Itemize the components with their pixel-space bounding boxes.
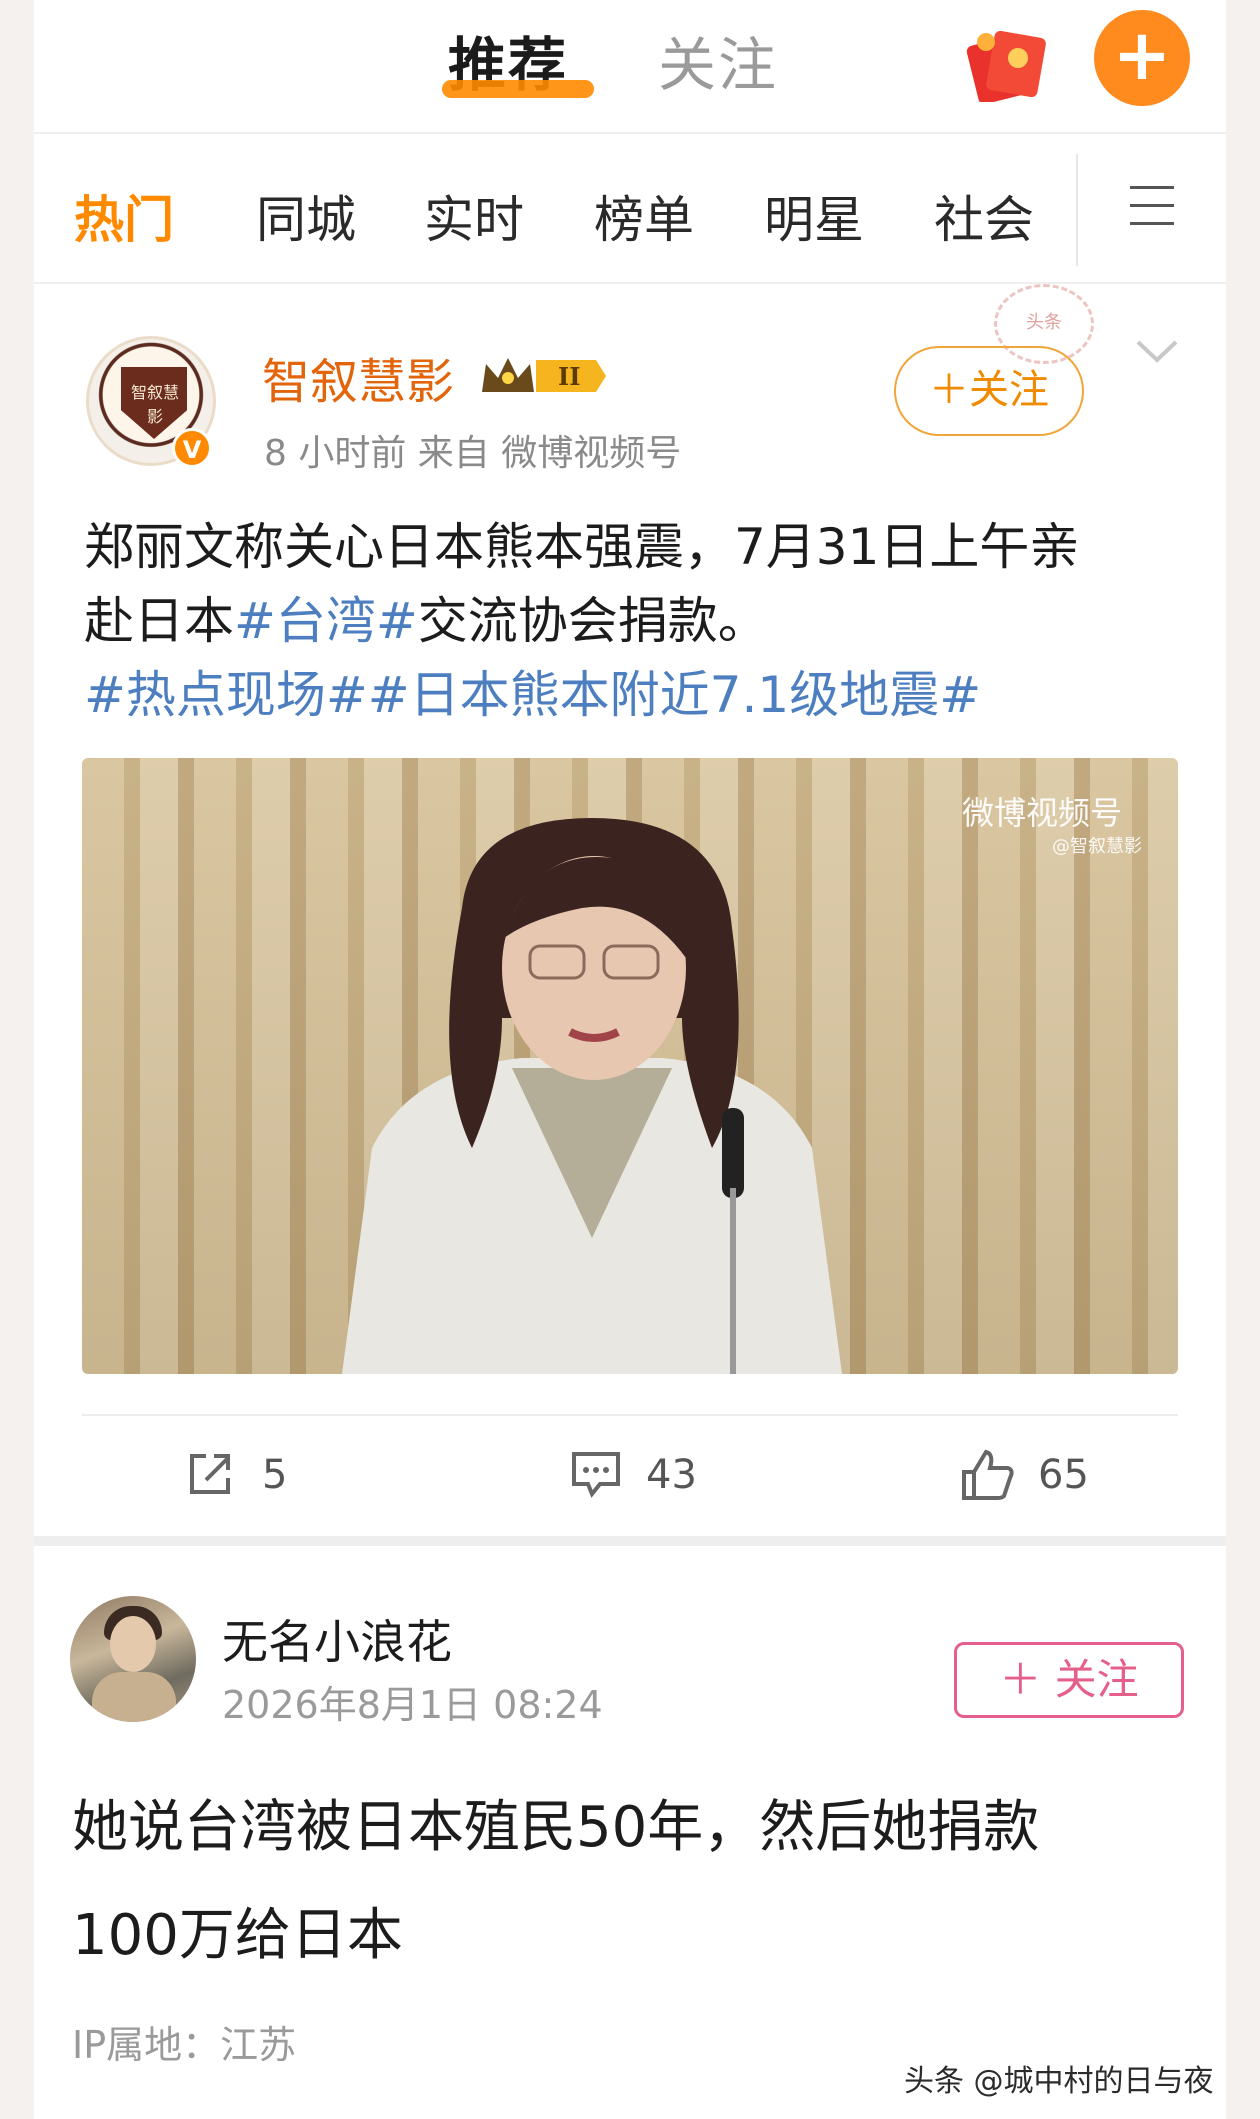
video-player[interactable]: 微博视频号 @智叙慧影 xyxy=(82,758,1178,1374)
top-header: 推荐 关注 + xyxy=(34,0,1226,132)
channel-local[interactable]: 同城 xyxy=(256,180,356,252)
channel-divider xyxy=(1076,154,1078,266)
thumbs-up-icon xyxy=(962,1449,1014,1500)
verified-badge: V xyxy=(172,428,212,468)
avatar-face xyxy=(110,1616,156,1672)
post-text-line1: 郑丽文称关心日本熊本强震，7月31日上午亲 xyxy=(84,518,1080,576)
avatar-logo-text: 智叙慧影 xyxy=(130,383,179,426)
red-packet-icon[interactable] xyxy=(962,22,1052,102)
comment-text: 她说台湾被日本殖民50年，然后她捐款 100万给日本 xyxy=(72,1774,1192,1990)
avatar[interactable] xyxy=(70,1596,196,1722)
channel-celebrity[interactable]: 明星 xyxy=(764,180,864,252)
like-count: 65 xyxy=(1038,1452,1089,1498)
comment-text-line2: 100万给日本 xyxy=(72,1903,403,1968)
svg-text:II: II xyxy=(558,362,580,391)
channel-realtime[interactable]: 实时 xyxy=(424,180,524,252)
post-meta: 8 小时前 来自 微博视频号 xyxy=(264,433,682,474)
video-watermark-handle: @智叙慧影 xyxy=(1052,836,1142,857)
text-segment: 赴日本 xyxy=(84,592,234,650)
comment-text-line1: 她说台湾被日本殖民50年，然后她捐款 xyxy=(72,1795,1040,1860)
share-count: 5 xyxy=(262,1452,288,1498)
avatar-body xyxy=(92,1672,176,1722)
follow-button[interactable]: ＋关注 xyxy=(894,346,1084,436)
channel-ranking[interactable]: 榜单 xyxy=(594,180,694,252)
tab-indicator xyxy=(442,80,594,98)
channel-bar: 热门 同城 实时 榜单 明星 社会 xyxy=(34,132,1226,284)
tab-following[interactable]: 关注 xyxy=(658,18,778,102)
section-separator xyxy=(34,1536,1226,1546)
channel-hot[interactable]: 热门 xyxy=(74,180,174,252)
source-watermark: 头条 @城中村的日与夜 xyxy=(904,2064,1214,2099)
video-watermark: 微博视频号 xyxy=(962,794,1123,832)
menu-icon[interactable] xyxy=(1130,186,1174,226)
divider xyxy=(82,1414,1178,1416)
crown-badge-icon: II xyxy=(482,358,606,392)
ip-location: IP属地：江苏 xyxy=(72,2023,297,2067)
post-text: 郑丽文称关心日本熊本强震，7月31日上午亲 赴日本#台湾#交流协会捐款。 #热点… xyxy=(84,510,1204,732)
compose-button[interactable]: + xyxy=(1094,10,1190,106)
share-icon xyxy=(190,1454,230,1494)
text-segment: 交流协会捐款。 xyxy=(417,592,768,650)
hashtag-link[interactable]: #台湾# xyxy=(234,592,418,650)
post-time: 2026年8月1日 08:24 xyxy=(222,1683,603,1727)
hashtags-line[interactable]: #热点现场##日本熊本附近7.1级地震# xyxy=(84,658,1204,732)
comment-icon xyxy=(572,1452,620,1498)
speaker-image xyxy=(342,818,842,1374)
comment-count: 43 xyxy=(646,1452,697,1498)
chevron-down-icon[interactable] xyxy=(1134,336,1180,366)
follow-button[interactable]: ＋ 关注 xyxy=(954,1642,1184,1718)
author-name[interactable]: 无名小浪花 xyxy=(222,1606,452,1672)
channel-society[interactable]: 社会 xyxy=(934,180,1034,252)
post-text-line2: 赴日本#台湾#交流协会捐款。 xyxy=(84,584,1204,658)
app-screen: 推荐 关注 + 热门 同城 实时 榜单 明星 社会 智叙慧影 V 智叙慧影 II… xyxy=(34,0,1226,2119)
author-name[interactable]: 智叙慧影 xyxy=(262,342,454,412)
